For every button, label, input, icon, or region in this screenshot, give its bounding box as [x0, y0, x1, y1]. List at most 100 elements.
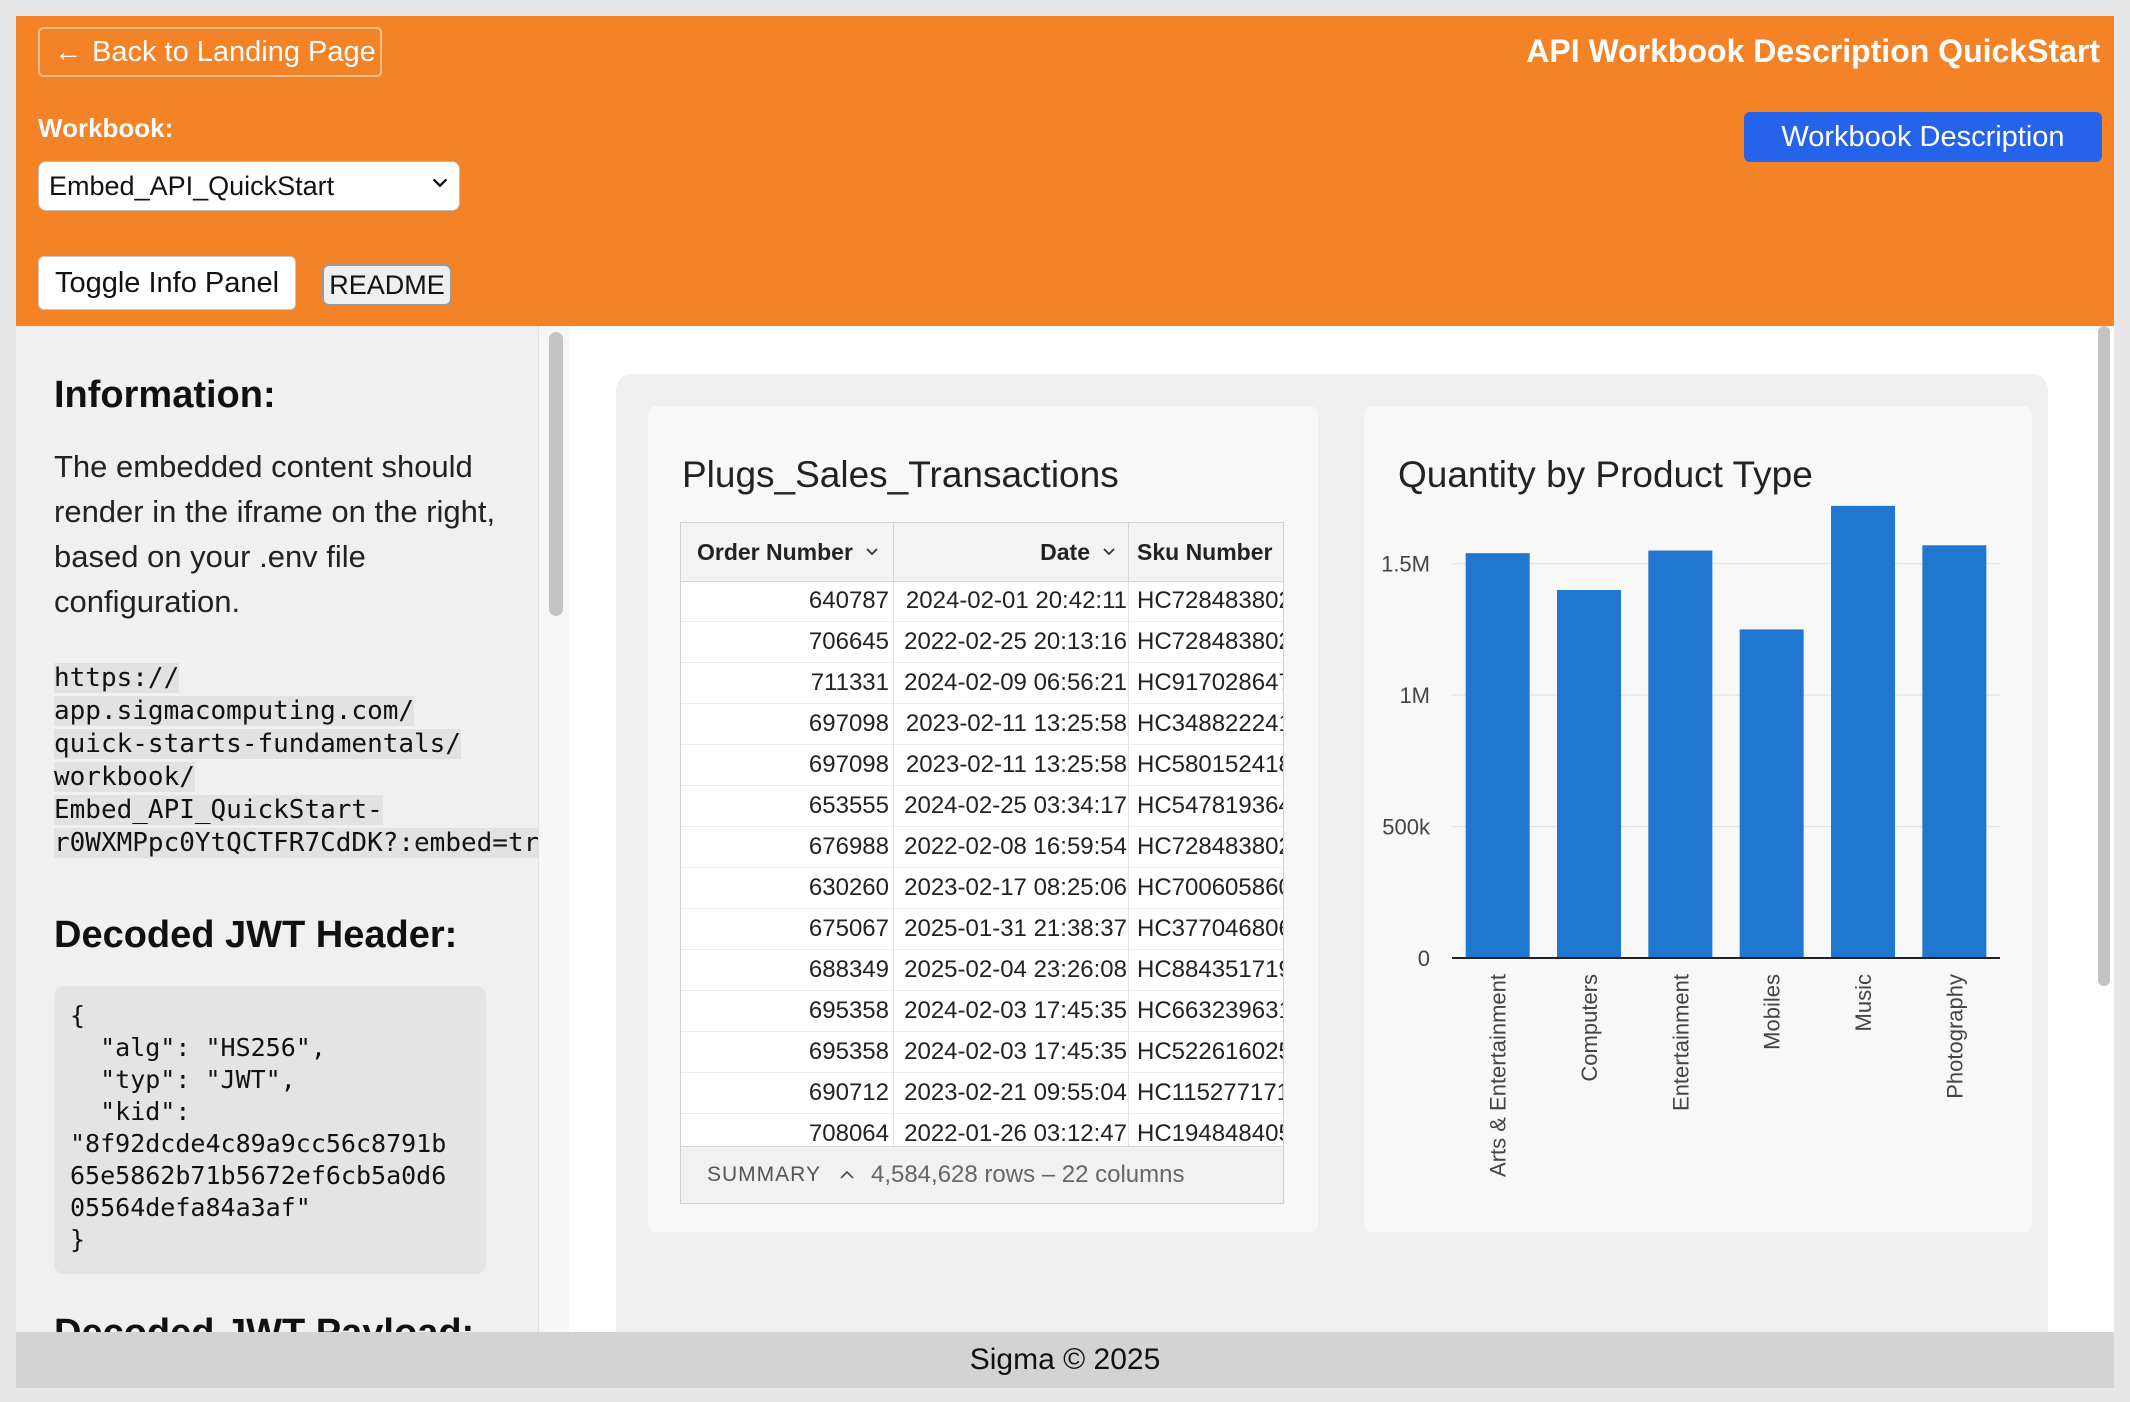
- table-row[interactable]: 653555 2024-02-25 03:34:17 HC547819364: [681, 786, 1283, 827]
- footer: Sigma © 2025: [16, 1332, 2114, 1388]
- table-row[interactable]: 697098 2023-02-11 13:25:58 HC348822241: [681, 704, 1283, 745]
- table-cell[interactable]: 695358: [681, 991, 889, 1031]
- main-scrollbar[interactable]: [2092, 326, 2114, 1332]
- table-cell[interactable]: HC522616025: [1137, 1032, 1283, 1072]
- back-button-label: Back to Landing Page: [92, 35, 376, 68]
- back-to-landing-button[interactable]: ← Back to Landing Page: [38, 27, 382, 77]
- bar-chart: 0 500k 1M 1.5M Arts & Entertainment Computers…: [1381, 505, 2000, 1177]
- embed-url-line: https://: [54, 663, 180, 693]
- table-cell[interactable]: 676988: [681, 827, 889, 867]
- table-row[interactable]: 675067 2025-01-31 21:38:37 HC377046806: [681, 909, 1283, 950]
- embed-canvas: Plugs_Sales_Transactions Order Number Da…: [616, 374, 2048, 1374]
- table-row[interactable]: 676988 2022-02-08 16:59:54 HC728483802: [681, 827, 1283, 868]
- table-cell[interactable]: 711331: [681, 663, 889, 703]
- chevron-down-icon: [866, 548, 878, 556]
- bar[interactable]: [1831, 505, 1895, 958]
- table-cell[interactable]: 2024-02-03 17:45:35: [901, 1032, 1127, 1072]
- column-header-order-number[interactable]: Order Number: [697, 523, 893, 581]
- y-tick-label: 500k: [1382, 815, 1431, 840]
- table-header: Order Number Date Sku Number: [681, 523, 1283, 582]
- table-cell[interactable]: HC115277171: [1137, 1073, 1283, 1113]
- bar[interactable]: [1922, 545, 1987, 958]
- table-cell[interactable]: 2024-02-25 03:34:17: [901, 786, 1127, 826]
- table-cell[interactable]: HC700605860: [1137, 868, 1283, 908]
- table-cell[interactable]: 697098: [681, 704, 889, 744]
- table-cell[interactable]: HC728483802: [1137, 581, 1283, 621]
- column-header-sku-number[interactable]: Sku Number: [1137, 523, 1283, 581]
- workbook-description-button[interactable]: Workbook Description: [1744, 112, 2102, 162]
- table-row[interactable]: 695358 2024-02-03 17:45:35 HC663239631: [681, 991, 1283, 1032]
- workbook-select[interactable]: Embed_API_QuickStart: [38, 161, 460, 211]
- table-row[interactable]: 695358 2024-02-03 17:45:35 HC522616025: [681, 1032, 1283, 1073]
- table-cell[interactable]: HC348822241: [1137, 704, 1283, 744]
- jwt-header-heading: Decoded JWT Header:: [54, 914, 458, 956]
- table-cell[interactable]: 697098: [681, 745, 889, 785]
- column-header-label: Date: [1040, 538, 1090, 565]
- table-cell[interactable]: HC728483802: [1137, 622, 1283, 662]
- scrollbar-thumb[interactable]: [2098, 326, 2110, 986]
- table-cell[interactable]: HC547819364: [1137, 786, 1283, 826]
- x-tick-label: Entertainment: [1668, 974, 1693, 1111]
- info-heading: Information:: [54, 374, 276, 416]
- table-row[interactable]: 711331 2024-02-09 06:56:21 HC917028647: [681, 663, 1283, 704]
- table-title: Plugs_Sales_Transactions: [682, 454, 1119, 495]
- bar[interactable]: [1739, 629, 1804, 958]
- table-cell[interactable]: 2025-01-31 21:38:37: [901, 909, 1127, 949]
- table-cell[interactable]: 695358: [681, 1032, 889, 1072]
- table-cell[interactable]: 706645: [681, 622, 889, 662]
- column-divider[interactable]: [1128, 523, 1129, 581]
- table-cell[interactable]: 2023-02-17 08:25:06: [901, 868, 1127, 908]
- table-row[interactable]: 697098 2023-02-11 13:25:58 HC580152418: [681, 745, 1283, 786]
- embed-url-line: workbook/: [54, 762, 195, 792]
- app-window: ← Back to Landing Page API Workbook Desc…: [16, 16, 2114, 1388]
- summary-row-count: 4,584,628 rows – 22 columns: [870, 1161, 1185, 1188]
- embed-url-line: quick-starts-fundamentals/: [54, 729, 461, 759]
- table-row[interactable]: 630260 2023-02-17 08:25:06 HC700605860: [681, 868, 1283, 909]
- table-row[interactable]: 706645 2022-02-25 20:13:16 HC728483802: [681, 622, 1283, 663]
- info-panel-scrollbar[interactable]: [538, 326, 569, 1332]
- table-row[interactable]: 640787 2024-02-01 20:42:11 HC728483802: [681, 581, 1283, 622]
- table-row[interactable]: 688349 2025-02-04 23:26:08 HC884351719: [681, 950, 1283, 991]
- column-header-label: Sku Number: [1137, 538, 1273, 565]
- bar[interactable]: [1648, 550, 1713, 958]
- table-cell[interactable]: HC884351719: [1137, 950, 1283, 990]
- workbook-selected-value: Embed_API_QuickStart: [49, 170, 335, 201]
- table-cell[interactable]: 688349: [681, 950, 889, 990]
- embed-url-line: r0WXMPpc0YtQCTFR7CdDK?:embed=tr: [54, 828, 538, 858]
- table-cell[interactable]: 640787: [681, 581, 889, 621]
- workbook-label: Workbook:: [38, 113, 174, 143]
- table-cell[interactable]: 2025-02-04 23:26:08: [901, 950, 1127, 990]
- table-cell[interactable]: 2023-02-11 13:25:58: [901, 745, 1127, 785]
- bar[interactable]: [1557, 590, 1621, 958]
- table-cell[interactable]: 675067: [681, 909, 889, 949]
- scrollbar-thumb[interactable]: [549, 332, 563, 616]
- toggle-info-panel-button[interactable]: Toggle Info Panel: [38, 256, 296, 310]
- readme-button[interactable]: README: [322, 264, 452, 306]
- table-cell[interactable]: 653555: [681, 786, 889, 826]
- table-cell[interactable]: 2024-02-09 06:56:21: [901, 663, 1127, 703]
- table-cell[interactable]: 630260: [681, 868, 889, 908]
- table-cell[interactable]: 2024-02-01 20:42:11: [901, 581, 1127, 621]
- table-cell[interactable]: 2024-02-03 17:45:35: [901, 991, 1127, 1031]
- top-header: ← Back to Landing Page API Workbook Desc…: [16, 16, 2114, 326]
- column-header-date[interactable]: Date: [894, 523, 1128, 581]
- x-tick-label: Music: [1851, 974, 1876, 1031]
- y-tick-label: 1M: [1399, 683, 1430, 708]
- table-row[interactable]: 690712 2023-02-21 09:55:04 HC115277171: [681, 1073, 1283, 1114]
- table-cell[interactable]: 2023-02-21 09:55:04: [901, 1073, 1127, 1113]
- column-header-label: Order Number: [697, 538, 853, 565]
- table-cell[interactable]: 2022-02-08 16:59:54: [901, 827, 1127, 867]
- info-text: The embedded content should render in th…: [54, 449, 496, 619]
- table-cell[interactable]: HC580152418: [1137, 745, 1283, 785]
- table-cell[interactable]: 690712: [681, 1073, 889, 1113]
- table-cell[interactable]: HC663239631: [1137, 991, 1283, 1031]
- table-cell[interactable]: 2023-02-11 13:25:58: [901, 704, 1127, 744]
- table-summary-bar[interactable]: SUMMARY 4,584,628 rows – 22 columns: [681, 1146, 1283, 1203]
- embed-url-line: app.sigmacomputing.com/: [54, 696, 415, 726]
- chevron-up-icon[interactable]: [839, 1167, 855, 1183]
- table-cell[interactable]: HC377046806: [1137, 909, 1283, 949]
- bar[interactable]: [1465, 553, 1530, 958]
- table-cell[interactable]: HC728483802: [1137, 827, 1283, 867]
- table-cell[interactable]: HC917028647: [1137, 663, 1283, 703]
- table-cell[interactable]: 2022-02-25 20:13:16: [901, 622, 1127, 662]
